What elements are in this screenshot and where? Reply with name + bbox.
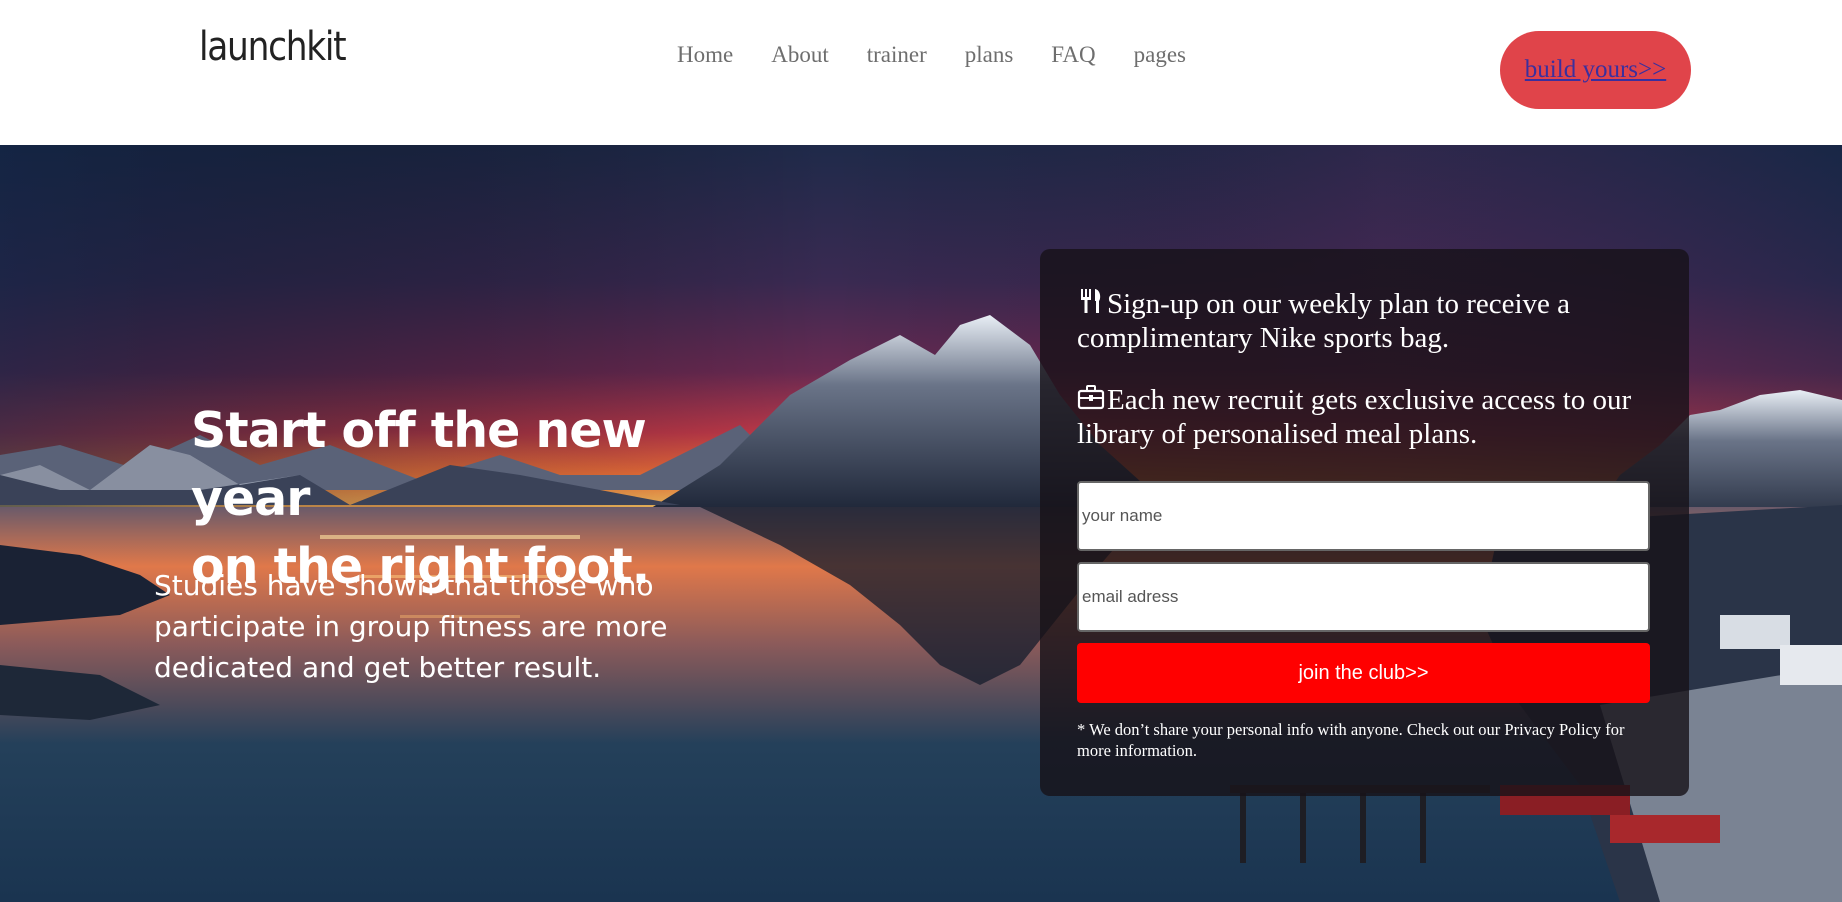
name-input[interactable] xyxy=(1077,481,1650,551)
nav-pages[interactable]: pages xyxy=(1134,42,1186,68)
briefcase-icon xyxy=(1077,385,1105,410)
nav-faq[interactable]: FAQ xyxy=(1051,42,1095,68)
build-yours-button[interactable]: build yours>> xyxy=(1500,31,1691,109)
privacy-disclaimer: * We don’t share your personal info with… xyxy=(1077,720,1625,760)
hero-section: Start off the new year on the right foot… xyxy=(0,145,1842,902)
email-input[interactable] xyxy=(1077,562,1650,632)
nav-home[interactable]: Home xyxy=(677,42,733,68)
nav-about[interactable]: About xyxy=(771,42,829,68)
perk-meal-plans: Each new recruit gets exclusive access t… xyxy=(1077,383,1637,451)
perk1-text: Sign-up on our weekly plan to receive a … xyxy=(1077,288,1571,354)
nav-plans[interactable]: plans xyxy=(965,42,1014,68)
nav-trainer[interactable]: trainer xyxy=(867,42,927,68)
perk-meal-bag: Sign-up on our weekly plan to receive a … xyxy=(1077,287,1637,355)
hero-headline-line1: Start off the new year xyxy=(191,402,647,527)
brand-logo[interactable]: launchkit xyxy=(199,24,347,70)
signup-panel: Sign-up on our weekly plan to receive a … xyxy=(1040,249,1689,796)
utensils-icon xyxy=(1081,289,1101,313)
join-club-button[interactable]: join the club>> xyxy=(1077,643,1650,703)
hero-subtext: Studies have shown that those who partic… xyxy=(154,569,668,684)
site-header: launchkit Home About trainer plans FAQ p… xyxy=(0,0,1842,145)
build-yours-link[interactable]: build yours>> xyxy=(1525,56,1666,84)
main-nav: Home About trainer plans FAQ pages xyxy=(677,42,1186,68)
perk2-text: Each new recruit gets exclusive access t… xyxy=(1077,384,1632,450)
